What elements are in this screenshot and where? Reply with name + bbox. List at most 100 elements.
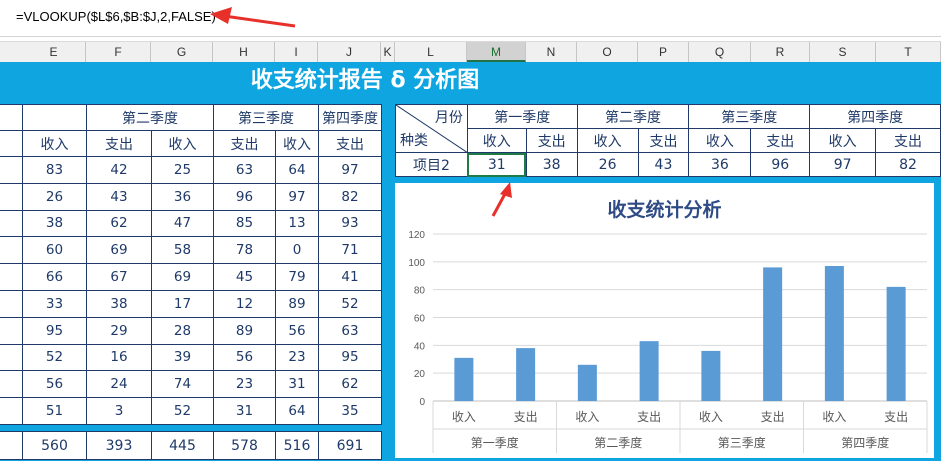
data-cell[interactable]: 23 <box>213 370 276 399</box>
data-cell[interactable]: 97 <box>275 182 319 211</box>
header-corner-cell[interactable]: 月份 种类 <box>395 104 468 153</box>
data-cell[interactable]: 16 <box>86 343 152 372</box>
data-cell[interactable]: 31 <box>213 397 276 425</box>
quarter-header[interactable]: 第三季度 <box>213 104 319 131</box>
subheader-income[interactable]: 收入 <box>688 128 752 153</box>
subheader-income[interactable]: 收入 <box>576 128 639 153</box>
data-cell[interactable]: 29 <box>86 316 152 345</box>
data-cell[interactable]: 69 <box>86 236 152 265</box>
data-cell[interactable]: 56 <box>22 370 87 399</box>
data-cell[interactable]: 39 <box>151 343 214 372</box>
value-cell[interactable]: 97 <box>809 152 877 177</box>
data-cell[interactable]: 63 <box>318 316 382 345</box>
quarter-header[interactable]: 第四季度 <box>318 104 382 131</box>
value-cell[interactable]: 38 <box>525 152 578 177</box>
data-cell[interactable]: 28 <box>151 316 214 345</box>
data-cell[interactable]: 36 <box>151 182 214 211</box>
data-cell[interactable]: 95 <box>318 343 382 372</box>
data-cell[interactable]: 38 <box>86 289 152 318</box>
value-cell[interactable]: 43 <box>637 152 690 177</box>
data-cell[interactable]: 82 <box>318 182 382 211</box>
data-cell[interactable]: 69 <box>151 263 214 291</box>
data-cell[interactable]: 31 <box>275 370 319 399</box>
data-cell[interactable]: 63 <box>213 156 276 184</box>
data-cell[interactable]: 3 <box>86 397 152 425</box>
column-header-K[interactable]: K <box>381 42 395 62</box>
data-cell[interactable]: 56 <box>213 343 276 372</box>
subheader-expense[interactable]: 支出 <box>213 130 276 157</box>
quarter-header[interactable]: 第四季度 <box>809 104 941 129</box>
data-cell[interactable]: 60 <box>22 236 87 265</box>
data-cell[interactable]: 96 <box>213 182 276 211</box>
data-cell[interactable]: 41 <box>318 263 382 291</box>
row-label-cell[interactable] <box>0 263 23 291</box>
row-label-cell[interactable] <box>0 182 23 211</box>
data-cell[interactable]: 45 <box>213 263 276 291</box>
data-cell[interactable]: 64 <box>275 397 319 425</box>
subheader-expense[interactable]: 支出 <box>875 128 941 153</box>
row-label-cell[interactable] <box>0 236 23 265</box>
row-label-cell[interactable] <box>0 104 23 131</box>
data-cell[interactable]: 93 <box>318 209 382 238</box>
row-label-cell[interactable] <box>0 156 23 184</box>
subheader-expense[interactable]: 支出 <box>318 130 382 157</box>
data-cell[interactable]: 56 <box>275 316 319 345</box>
data-cell[interactable]: 43 <box>86 182 152 211</box>
row-label-cell[interactable] <box>0 431 23 460</box>
data-cell[interactable]: 97 <box>318 156 382 184</box>
data-cell[interactable]: 83 <box>22 156 87 184</box>
data-cell[interactable]: 62 <box>318 370 382 399</box>
value-cell[interactable]: 36 <box>688 152 752 177</box>
total-cell[interactable]: 691 <box>318 431 382 460</box>
column-header-G[interactable]: G <box>151 42 213 62</box>
data-cell[interactable]: 13 <box>275 209 319 238</box>
data-cell[interactable]: 58 <box>151 236 214 265</box>
row-label-item[interactable]: 项目2 <box>395 152 468 177</box>
total-cell[interactable]: 560 <box>22 431 87 460</box>
subheader-expense[interactable]: 支出 <box>750 128 811 153</box>
data-cell[interactable]: 23 <box>275 343 319 372</box>
data-cell[interactable]: 85 <box>213 209 276 238</box>
data-cell[interactable]: 25 <box>151 156 214 184</box>
data-cell[interactable]: 24 <box>86 370 152 399</box>
total-cell[interactable]: 445 <box>151 431 214 460</box>
column-header-Q[interactable]: Q <box>689 42 751 62</box>
data-cell[interactable]: 51 <box>22 397 87 425</box>
data-cell[interactable]: 78 <box>213 236 276 265</box>
subheader-income[interactable]: 收入 <box>809 128 877 153</box>
value-cell[interactable]: 31 <box>466 152 527 177</box>
value-cell[interactable]: 26 <box>576 152 639 177</box>
data-cell[interactable]: 89 <box>213 316 276 345</box>
data-cell[interactable]: 52 <box>318 289 382 318</box>
subheader-income[interactable]: 收入 <box>275 130 319 157</box>
data-cell[interactable]: 0 <box>275 236 319 265</box>
data-cell[interactable]: 17 <box>151 289 214 318</box>
data-cell[interactable]: 67 <box>86 263 152 291</box>
data-cell[interactable]: 26 <box>22 182 87 211</box>
column-header-O[interactable]: O <box>577 42 638 62</box>
row-label-cell[interactable] <box>0 370 23 399</box>
column-header-T[interactable]: T <box>876 42 941 62</box>
data-cell[interactable]: 52 <box>22 343 87 372</box>
data-cell[interactable]: 79 <box>275 263 319 291</box>
subheader-expense[interactable]: 支出 <box>86 130 152 157</box>
subheader-income[interactable]: 收入 <box>151 130 214 157</box>
data-cell[interactable]: 74 <box>151 370 214 399</box>
value-cell[interactable]: 96 <box>750 152 811 177</box>
data-cell[interactable]: 38 <box>22 209 87 238</box>
formula-text[interactable]: =VLOOKUP($L$6,$B:$J,2,FALSE) <box>16 9 216 24</box>
quarter-header[interactable]: 第一季度 <box>466 104 578 129</box>
data-cell[interactable]: 64 <box>275 156 319 184</box>
data-cell[interactable]: 42 <box>86 156 152 184</box>
subheader-expense[interactable]: 支出 <box>637 128 690 153</box>
row-label-cell[interactable] <box>0 130 23 157</box>
quarter-header[interactable]: 第二季度 <box>576 104 690 129</box>
data-cell[interactable]: 35 <box>318 397 382 425</box>
row-label-cell[interactable] <box>0 343 23 372</box>
column-header-I[interactable]: I <box>275 42 318 62</box>
column-header-J[interactable]: J <box>318 42 381 62</box>
data-cell[interactable]: 95 <box>22 316 87 345</box>
column-header-E[interactable]: E <box>22 42 86 62</box>
subheader-income[interactable]: 收入 <box>466 128 527 153</box>
row-label-cell[interactable] <box>0 209 23 238</box>
